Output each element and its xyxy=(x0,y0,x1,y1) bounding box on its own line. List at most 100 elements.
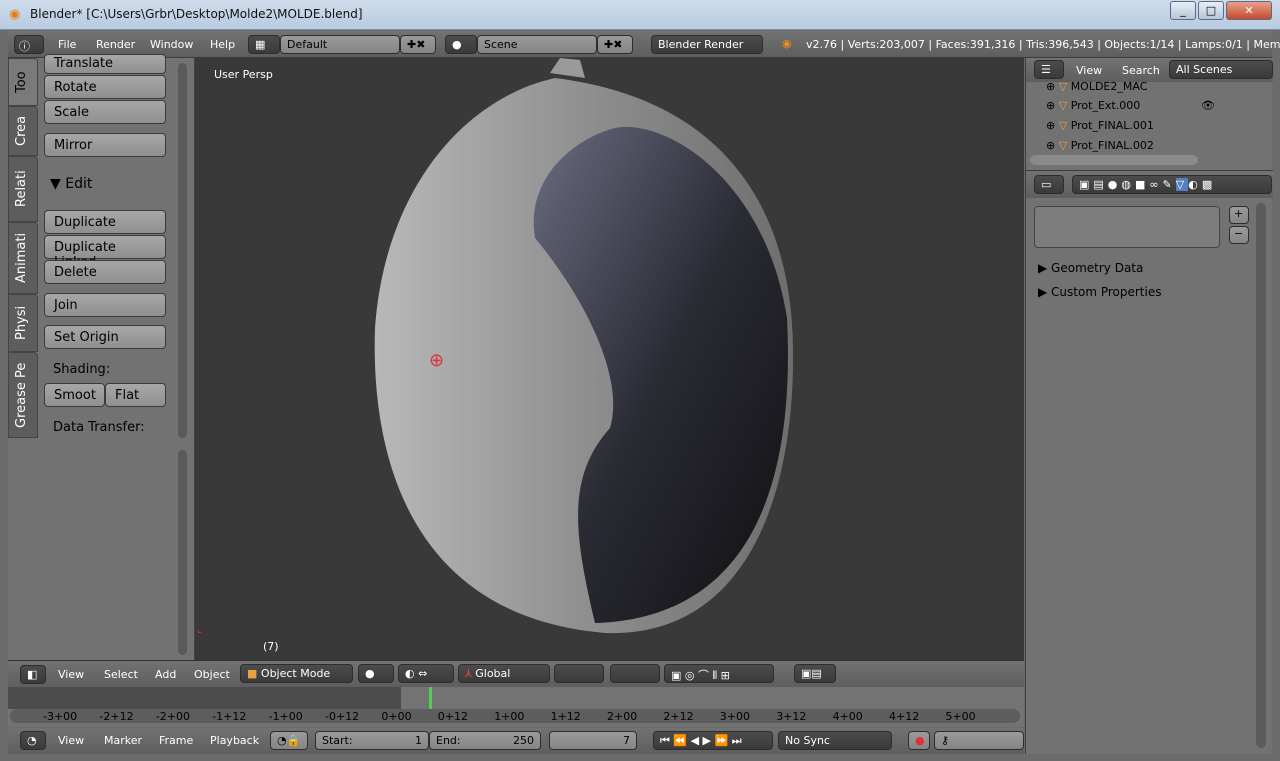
minimize-button[interactable]: _ xyxy=(1170,1,1196,20)
scene-stats: v2.76 | Verts:203,007 | Faces:391,316 | … xyxy=(806,38,1280,51)
pivot-select[interactable]: ◐ ⇔ xyxy=(398,664,454,683)
toolbar-scrollbar-lower[interactable] xyxy=(178,450,187,655)
outliner-menu-search[interactable]: Search xyxy=(1122,64,1160,77)
menu-select[interactable]: Select xyxy=(104,668,138,681)
tab-tools[interactable]: Too xyxy=(8,58,38,106)
menu-file[interactable]: File xyxy=(58,38,76,51)
timeline[interactable]: -3+00 -2+12 -2+00 -1+12 -1+00 -0+12 0+00 0+12 1+… xyxy=(8,687,1024,727)
orientation-select[interactable]: ⅄ Global xyxy=(458,664,550,683)
toolbar-scrollbar[interactable] xyxy=(178,63,187,438)
layers-grid-2[interactable] xyxy=(610,664,660,683)
current-frame-field[interactable]: 7 xyxy=(549,731,637,750)
preview-range-toggle[interactable]: ◔🔒 xyxy=(270,731,308,750)
visibility-eye-icon[interactable]: 👁 xyxy=(1201,99,1215,112)
custom-properties-panel[interactable]: ▶ Custom Properties xyxy=(1038,285,1161,299)
tl-menu-playback[interactable]: Playback xyxy=(210,734,259,747)
panel-label: Geometry Data xyxy=(1051,261,1144,275)
outliner-editor-type-button[interactable]: ☰ xyxy=(1034,60,1064,79)
scene-field[interactable]: Scene xyxy=(477,35,597,54)
tab-physics[interactable]: Physi xyxy=(8,294,38,352)
current-frame-marker[interactable] xyxy=(429,687,432,709)
data-transfer-label: Data Transfer: xyxy=(53,420,145,435)
properties-editor-type-button[interactable]: ▭ xyxy=(1034,175,1064,194)
outliner-item[interactable]: ⊕ ▽ MOLDE2_MAC xyxy=(1046,80,1276,100)
tool-shelf: Too Crea Relati Animati Physi Grease Pe … xyxy=(8,54,195,660)
outliner-header: ☰ View Search All Scenes xyxy=(1026,58,1273,82)
menu-help[interactable]: Help xyxy=(210,38,235,51)
timeline-header: ◔ View Marker Frame Playback ◔🔒 Start: 1 … xyxy=(8,728,1024,754)
set-origin-select[interactable]: Set Origin xyxy=(44,325,166,349)
menu-add[interactable]: Add xyxy=(155,668,176,681)
keying-set-field[interactable]: ⚷ xyxy=(934,731,1024,750)
outliner-h-scrollbar[interactable] xyxy=(1030,155,1198,165)
sync-select[interactable]: No Sync xyxy=(778,731,892,750)
geometry-data-panel[interactable]: ▶ Geometry Data xyxy=(1038,261,1143,275)
mesh-object[interactable] xyxy=(195,58,1024,660)
3d-cursor-icon[interactable]: ⊕ xyxy=(429,350,444,371)
3d-viewport[interactable]: User Persp ⊕ ⌞ (7) xyxy=(195,58,1024,660)
timeline-editor-type-button[interactable]: ◔ xyxy=(20,731,46,750)
tab-animation[interactable]: Animati xyxy=(8,222,38,294)
scene-add-remove-button[interactable]: ✚✖ xyxy=(597,35,633,54)
layout-field[interactable]: Default xyxy=(280,35,400,54)
close-button[interactable]: ✕ xyxy=(1226,1,1272,20)
end-frame-field[interactable]: End: 250 xyxy=(429,731,541,750)
panel-label: Custom Properties xyxy=(1051,285,1162,299)
render-engine-select[interactable]: Blender Render xyxy=(651,35,763,54)
smooth-button[interactable]: Smoot xyxy=(44,383,105,407)
layout-add-remove-button[interactable]: ✚✖ xyxy=(400,35,436,54)
rotate-button[interactable]: Rotate xyxy=(44,75,166,99)
record-button[interactable]: ● xyxy=(908,731,930,750)
add-button[interactable]: + xyxy=(1229,206,1249,224)
translate-button[interactable]: Translate xyxy=(44,54,166,74)
remove-button[interactable]: − xyxy=(1229,226,1249,244)
menu-window[interactable]: Window xyxy=(150,38,193,51)
timeline-tick-label: -1+12 xyxy=(212,710,247,723)
right-panels: ☰ View Search All Scenes ⊕ ▽ MOLDE2_MAC … xyxy=(1025,58,1273,754)
outliner-item[interactable]: ⊕ ▽ Prot_Ext.000 👁 xyxy=(1046,99,1276,119)
edit-panel-header[interactable]: ▼ Edit xyxy=(50,176,92,192)
tl-menu-marker[interactable]: Marker xyxy=(104,734,142,747)
playback-controls[interactable]: ⏮ ⏪ ◀ ▶ ⏩ ⏭ xyxy=(653,731,773,750)
render-buttons[interactable]: ▣▤ xyxy=(794,664,836,683)
vertex-group-list[interactable] xyxy=(1034,206,1220,248)
scene-icon[interactable]: ● xyxy=(445,35,477,54)
timeline-tick-label: 3+00 xyxy=(719,710,751,723)
flat-button[interactable]: Flat xyxy=(105,383,166,407)
menu-object[interactable]: Object xyxy=(194,668,230,681)
snap-tools[interactable]: ▣ ◎ ⌒ ⫴ ⊞ xyxy=(664,664,774,683)
menu-render[interactable]: Render xyxy=(96,38,135,51)
tab-grease-pencil[interactable]: Grease Pe xyxy=(8,352,38,438)
maximize-button[interactable]: □ xyxy=(1198,1,1224,20)
shading-select[interactable]: ● xyxy=(358,664,394,683)
tl-menu-frame[interactable]: Frame xyxy=(159,734,193,747)
mode-select[interactable]: ■ Object Mode xyxy=(240,664,353,683)
timeline-tick-label: -1+00 xyxy=(268,710,303,723)
start-frame-field[interactable]: Start: 1 xyxy=(315,731,429,750)
duplicate-linked-button[interactable]: Duplicate Linked xyxy=(44,235,166,270)
outliner-filter-select[interactable]: All Scenes xyxy=(1169,60,1273,79)
frame-label: (7) xyxy=(263,640,279,653)
editor-type-button[interactable]: ◧ xyxy=(20,665,46,684)
menu-view[interactable]: View xyxy=(58,668,84,681)
tl-menu-view[interactable]: View xyxy=(58,734,84,747)
properties-context-tabs[interactable]: ▣▤●◍■∞✎▽◐▩ xyxy=(1072,175,1272,194)
shading-label: Shading: xyxy=(53,362,111,377)
properties-scrollbar[interactable] xyxy=(1256,203,1266,748)
layers-grid[interactable] xyxy=(554,664,604,683)
orientation-label: Global xyxy=(475,667,511,680)
join-button[interactable]: Join xyxy=(44,293,166,317)
mirror-button[interactable]: Mirror xyxy=(44,133,166,157)
info-editor-type-button[interactable]: ⓘ xyxy=(14,35,44,54)
tab-relations[interactable]: Relati xyxy=(8,156,38,222)
outliner-menu-view[interactable]: View xyxy=(1076,64,1102,77)
scale-button[interactable]: Scale xyxy=(44,100,166,124)
timeline-tick-label: -2+12 xyxy=(99,710,134,723)
duplicate-button[interactable]: Duplicate xyxy=(44,210,166,234)
timeline-tick-label: 1+12 xyxy=(550,710,581,723)
tab-create[interactable]: Crea xyxy=(8,106,38,156)
outliner-item-label: Prot_Ext.000 xyxy=(1070,99,1141,112)
layout-icon[interactable]: ▦ xyxy=(248,35,280,54)
outliner-item[interactable]: ⊕ ▽ Prot_FINAL.001 xyxy=(1046,119,1276,139)
delete-button[interactable]: Delete xyxy=(44,260,166,284)
